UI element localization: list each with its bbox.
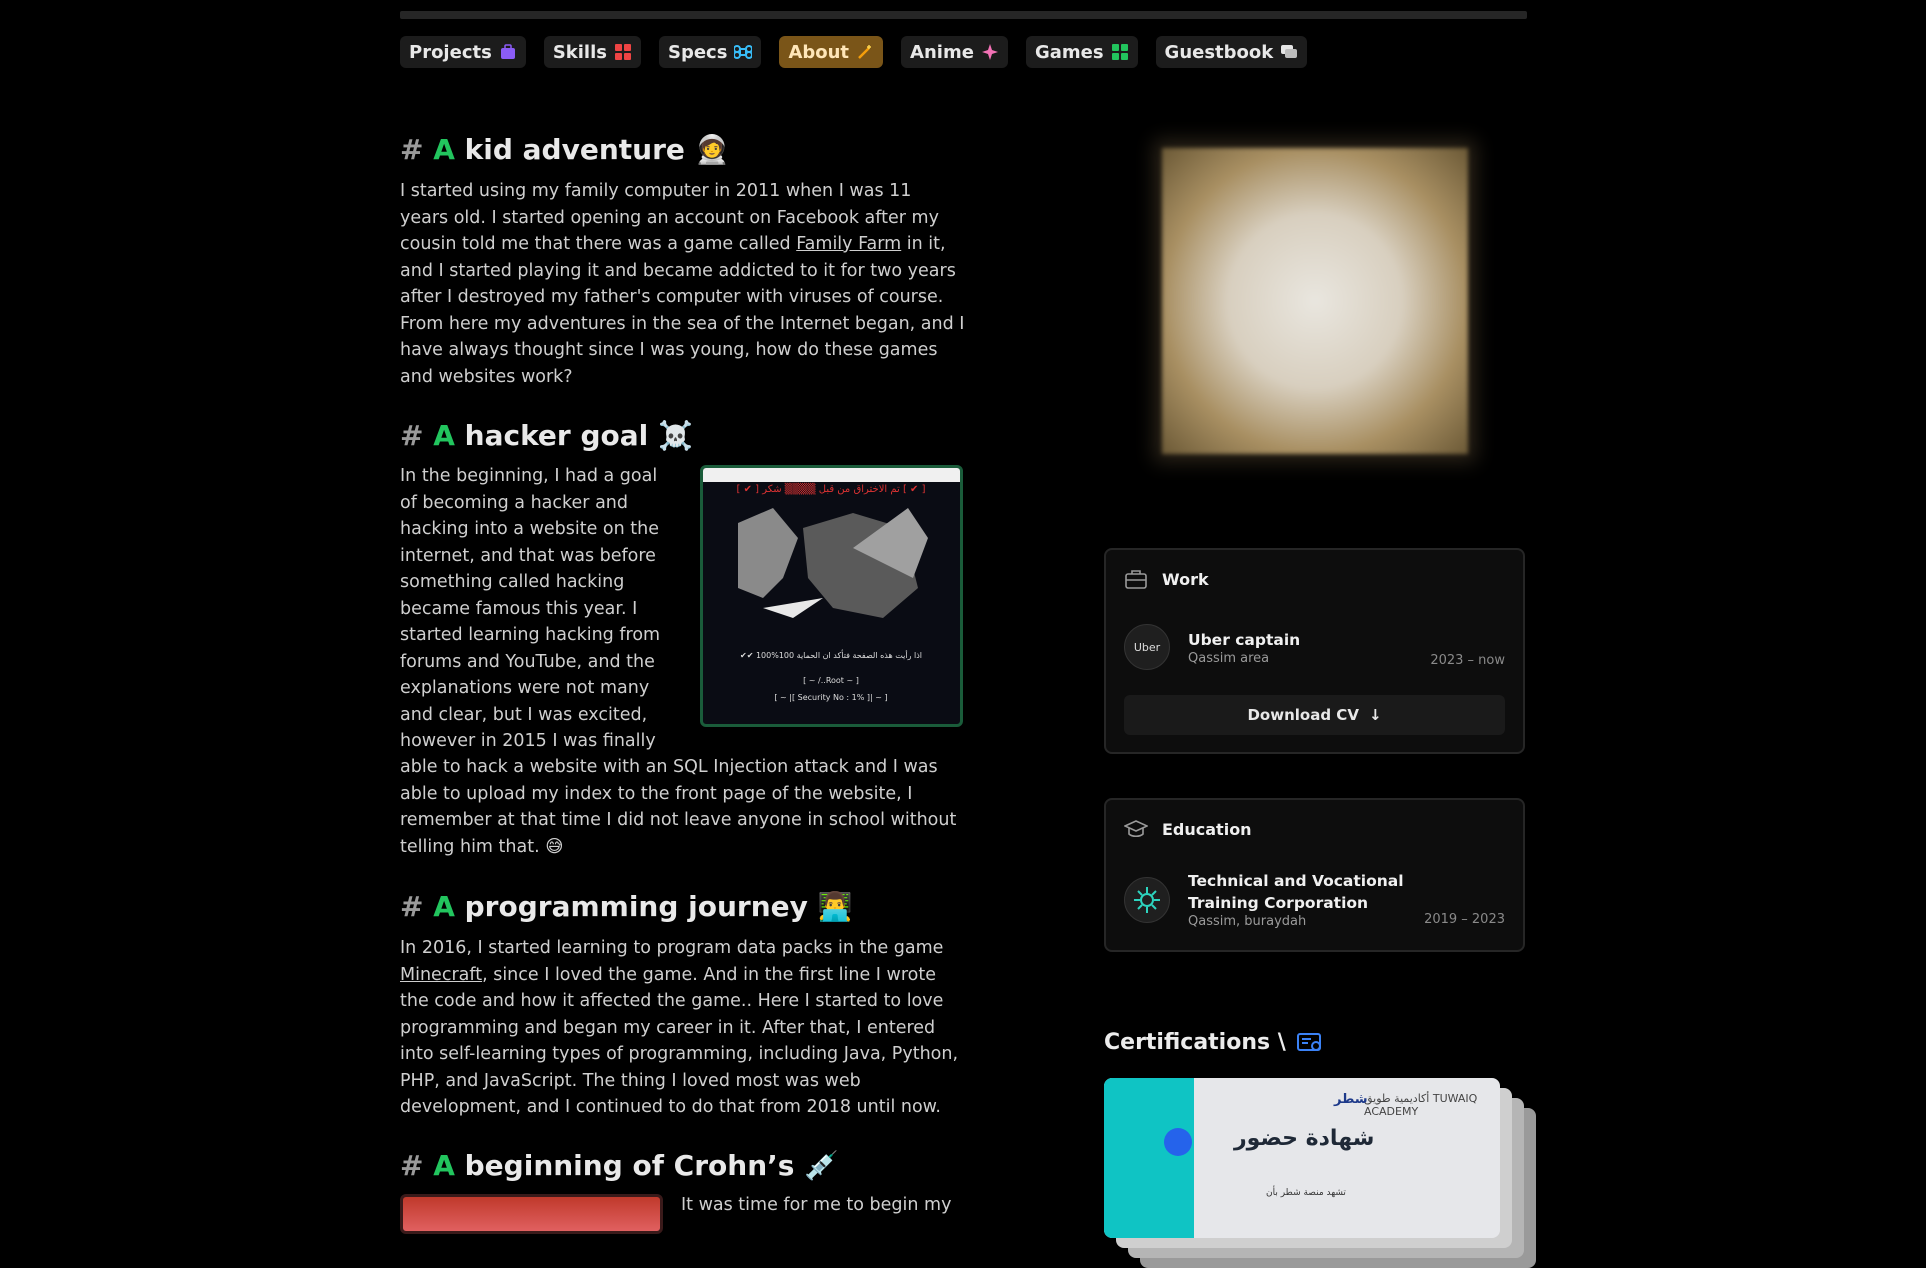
section-text-hacker-goal-cont: able to hack a website with an SQL Injec…: [400, 757, 957, 857]
arrow-down-icon: ↓: [1368, 706, 1382, 724]
certificate-dot: [1164, 1128, 1192, 1156]
nav-anime[interactable]: Anime: [901, 36, 1008, 68]
heading-hash: #: [400, 890, 424, 923]
work-role: Uber captain: [1188, 630, 1301, 649]
section-text-programming-journey: In 2016, I started learning to program d…: [400, 938, 959, 1117]
grid-green-icon: [1111, 43, 1129, 61]
heading-hash: #: [400, 133, 424, 166]
section-text-kid-adventure: I started using my family computer in 20…: [400, 181, 965, 387]
heading-hash: #: [400, 419, 424, 452]
nav-label: Skills: [552, 41, 607, 63]
section-text-hacker-goal: In the beginning, I had a goal of becomi…: [400, 466, 661, 751]
main-nav: Projects Skills Specs About Anime Games Guestb…: [400, 36, 1308, 68]
tvtc-logo: [1124, 876, 1170, 923]
download-cv-button[interactable]: Download CV ↓: [1124, 695, 1505, 735]
profile-photo: [1162, 148, 1468, 454]
graduation-cap-icon: [1124, 820, 1148, 838]
heading-title: kid adventure: [464, 133, 685, 166]
astronaut-icon: 🧑‍🚀: [694, 133, 730, 166]
work-heading-label: Work: [1162, 569, 1209, 589]
section-heading-programming-journey: # A programming journey 👨‍💻: [400, 890, 853, 923]
hacked-page-image: [ ✔ ] تم الاختراق من قبل ▒▒▒▒ شكر [ ✔ ] …: [700, 465, 963, 727]
nav-guestbook[interactable]: Guestbook: [1155, 36, 1308, 68]
education-location: Qassim, buraydah: [1188, 914, 1307, 929]
work-location: Qassim area: [1188, 650, 1270, 666]
download-cv-label: Download CV: [1247, 706, 1359, 724]
chat-icon: [1280, 43, 1298, 61]
top-progress-bar: [400, 11, 1527, 19]
briefcase-icon: [1125, 570, 1147, 589]
heading-accent: A: [433, 133, 455, 166]
work-heading: Work: [1124, 568, 1209, 590]
nav-label: Games: [1034, 41, 1104, 63]
work-entry: Uber Uber captain Qassim area 2023 – now: [1124, 624, 1505, 670]
nav-label: Specs: [667, 41, 728, 63]
certificate-icon: [1296, 1032, 1321, 1051]
nav-skills[interactable]: Skills: [543, 36, 641, 68]
education-heading-label: Education: [1162, 819, 1252, 839]
education-entry: Technical and Vocational Training Corpor…: [1124, 870, 1505, 929]
certificate-stripe: [1104, 1078, 1194, 1238]
wand-orange-icon: [856, 43, 874, 61]
work-dates: 2023 – now: [1430, 653, 1505, 668]
nav-label: Guestbook: [1164, 41, 1274, 63]
nav-label: About: [788, 41, 850, 63]
syringe-icon: 💉: [804, 1149, 840, 1182]
heading-title: beginning of Crohn’s: [464, 1149, 795, 1182]
academy-logo: أكاديمية طويق TUWAIQ ACADEMY: [1364, 1092, 1478, 1118]
work-card: Work Uber Uber captain Qassim area 2023 …: [1104, 548, 1525, 754]
technologist-icon: 👨‍💻: [817, 890, 853, 923]
heading-accent: A: [433, 1149, 455, 1182]
uber-logo: Uber: [1124, 624, 1170, 670]
sparkle-pink-icon: [981, 43, 999, 61]
education-school: Technical and Vocational Training Corpor…: [1188, 872, 1404, 912]
nav-label: Projects: [409, 41, 492, 63]
heading-title: hacker goal: [464, 419, 649, 452]
section-text-crohns: It was time for me to begin my: [681, 1195, 952, 1215]
nav-specs[interactable]: Specs: [658, 36, 762, 68]
heading-accent: A: [433, 890, 455, 923]
svg-text:[ ~ |[ Security No : 1% ]| ~ ]: [ ~ |[ Security No : 1% ]| ~ ]: [774, 693, 887, 702]
svg-text:[ ~ /..Root ~ ]: [ ~ /..Root ~ ]: [803, 676, 859, 685]
section-heading-kid-adventure: # A kid adventure 🧑‍🚀: [400, 133, 730, 166]
certificate-title: شهادة حضور: [1234, 1126, 1375, 1151]
certificate-card[interactable]: أكاديمية طويق TUWAIQ ACADEMY شطر شهادة ح…: [1104, 1078, 1500, 1238]
grid-red-icon: [614, 43, 632, 61]
family-farm-link[interactable]: Family Farm: [796, 234, 901, 254]
education-dates: 2019 – 2023: [1424, 912, 1505, 927]
education-card: Education Technical and Vocational Train…: [1104, 798, 1525, 952]
section-heading-crohns: # A beginning of Crohn’s 💉: [400, 1149, 839, 1182]
education-heading: Education: [1124, 818, 1252, 840]
nav-about[interactable]: About: [779, 36, 884, 68]
certifications-title: Certifications \: [1104, 1030, 1286, 1055]
svg-text:[ ✔ ] تم الاختراق من قبل ▒▒▒▒: [ ✔ ] تم الاختراق من قبل ▒▒▒▒ شكر [ ✔ ]: [736, 482, 925, 495]
minecraft-link[interactable]: Minecraft: [400, 965, 482, 985]
command-blue-icon: [733, 43, 754, 61]
certifications-heading: Certifications \: [1104, 1030, 1324, 1055]
heading-accent: A: [433, 419, 455, 452]
nav-games[interactable]: Games: [1025, 36, 1138, 68]
brand-logo: شطر: [1334, 1092, 1368, 1107]
skull-icon: ☠️: [658, 419, 693, 452]
briefcase-purple-icon: [499, 43, 517, 61]
certificate-subtitle: تشهد منصة شطر بأن: [1266, 1188, 1346, 1198]
nav-label: Anime: [910, 41, 974, 63]
section-heading-hacker-goal: # A hacker goal ☠️: [400, 419, 693, 452]
heading-hash: #: [400, 1149, 424, 1182]
nav-projects[interactable]: Projects: [400, 36, 526, 68]
heading-title: programming journey: [464, 890, 808, 923]
svg-text:✔✔ 100%100 اذا رأيت هذه الصفحة: ✔✔ 100%100 اذا رأيت هذه الصفحة فتأكد ان …: [740, 649, 922, 660]
crohns-image: [400, 1194, 663, 1234]
